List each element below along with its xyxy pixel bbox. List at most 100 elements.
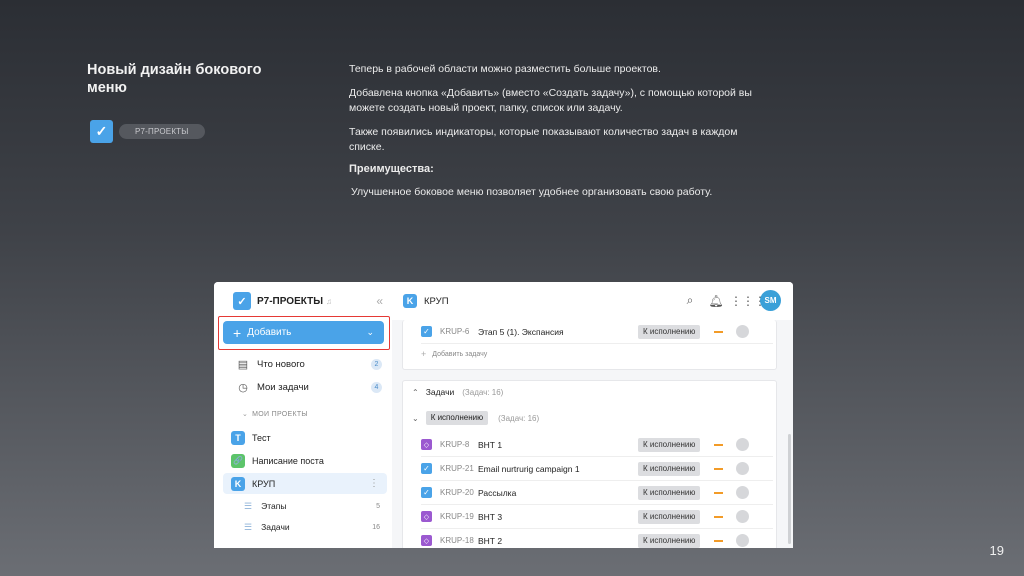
priority-icon[interactable] xyxy=(714,515,723,518)
slide-title: Новый дизайн бокового меню xyxy=(87,62,262,96)
task-key: KRUP-8 xyxy=(440,440,470,449)
table-row[interactable]: ✓ KRUP-21 Email nurtrurig campaign 1 К и… xyxy=(421,457,773,481)
sublist-count: 5 xyxy=(376,502,380,510)
collapse-sidebar-icon[interactable]: « xyxy=(376,294,383,308)
breadcrumb-label: КРУП xyxy=(424,295,449,307)
app-screenshot: ✓ Р7-ПРОЕКТЫ ♫ « + Добавить ⌄ ▤ Что ново… xyxy=(214,282,793,548)
chevron-down-icon: ⌄ xyxy=(412,413,419,423)
diamond-icon[interactable]: ◇ xyxy=(421,511,432,522)
assignee-avatar[interactable] xyxy=(736,486,749,499)
status-badge: К исполнению xyxy=(425,411,489,425)
project-item[interactable]: 🔗 Написание поста xyxy=(223,450,387,471)
priority-icon[interactable] xyxy=(714,467,723,470)
assignee-avatar[interactable] xyxy=(736,462,749,475)
list-icon: ☰ xyxy=(244,500,253,511)
clock-check-icon: ◷ xyxy=(238,381,248,394)
app-name: Р7-ПРОЕКТЫ xyxy=(257,295,323,307)
chevron-down-icon: ⌄ xyxy=(242,411,249,418)
status-group-header[interactable]: ⌄ К исполнению (Задач: 16) xyxy=(412,411,539,425)
check-icon[interactable]: ✓ xyxy=(421,326,432,337)
project-label: КРУП xyxy=(252,478,276,489)
group-title: Задачи xyxy=(425,387,455,397)
task-key: KRUP-19 xyxy=(440,512,474,521)
count-badge: 4 xyxy=(371,381,382,393)
task-key: KRUP-18 xyxy=(440,536,474,545)
tasks-card: ⌃ Задачи (Задач: 16) ⌄ К исполнению (Зад… xyxy=(402,380,777,548)
priority-icon[interactable] xyxy=(714,491,723,494)
add-button[interactable]: + Добавить ⌄ xyxy=(223,321,384,344)
diamond-icon[interactable]: ◇ xyxy=(421,535,432,546)
sidebar-header: ✓ Р7-ПРОЕКТЫ ♫ « xyxy=(233,292,383,310)
task-title[interactable]: ВНТ 3 xyxy=(478,512,502,522)
priority-icon[interactable] xyxy=(714,330,723,333)
task-key: KRUP-20 xyxy=(440,488,474,497)
topbar: K КРУП ⌕ 🔔︎ ⋮⋮⋮ SM xyxy=(392,282,793,320)
project-label: Тест xyxy=(252,432,271,443)
link-icon: 🔗 xyxy=(231,453,245,468)
table-row[interactable]: ◇ KRUP-8 ВНТ 1 К исполнению xyxy=(421,433,773,457)
project-item[interactable]: T Тест xyxy=(223,427,387,448)
stage-card: ✓ KRUP-6 Этап 5 (1). Экспансия К исполне… xyxy=(402,320,777,370)
add-button-highlight: + Добавить ⌄ xyxy=(218,316,390,350)
table-row[interactable]: ◇ KRUP-19 ВНТ 3 К исполнению xyxy=(421,505,773,529)
page-number: 19 xyxy=(989,543,1004,558)
project-badge-icon: K xyxy=(403,294,417,308)
sublist-item[interactable]: ☰ Этапы 5 xyxy=(244,497,380,515)
sublist-label: Задачи xyxy=(261,522,290,532)
status-badge[interactable]: К исполнению xyxy=(638,437,701,452)
table-row[interactable]: ✓ KRUP-6 Этап 5 (1). Экспансия К исполне… xyxy=(421,320,773,344)
search-icon[interactable]: ⌕ xyxy=(678,293,702,308)
task-title[interactable]: ВНТ 2 xyxy=(478,536,502,546)
status-badge[interactable]: К исполнению xyxy=(638,533,701,548)
status-badge[interactable]: К исполнению xyxy=(638,461,701,476)
sublist-item[interactable]: ☰ Задачи 16 xyxy=(244,518,380,536)
table-row[interactable]: ◇ KRUP-18 ВНТ 2 К исполнению xyxy=(421,529,773,548)
project-item-active[interactable]: K КРУП ⋮ xyxy=(223,473,387,494)
assignee-avatar[interactable] xyxy=(736,438,749,451)
task-key: KRUP-6 xyxy=(440,327,470,336)
group-header[interactable]: ⌃ Задачи (Задач: 16) xyxy=(412,387,503,397)
plus-icon: + xyxy=(233,324,242,341)
description-paragraph: Также появились индикаторы, которые пока… xyxy=(349,126,738,153)
diamond-icon[interactable]: ◇ xyxy=(421,439,432,450)
brand-chip: ✓ Р7-ПРОЕКТЫ xyxy=(90,120,205,143)
section-label-my-projects[interactable]: ⌄ МОИ ПРОЕКТЫ xyxy=(242,410,308,418)
news-icon: ▤ xyxy=(237,358,249,371)
advantages-text: Улучшенное боковое меню позволяет удобне… xyxy=(351,186,713,198)
project-badge-icon: K xyxy=(231,476,245,491)
sidebar-item-whats-new[interactable]: ▤ Что нового 2 xyxy=(236,354,382,374)
topbar-actions: ⌕ 🔔︎ ⋮⋮⋮ SM xyxy=(676,290,781,311)
slide-description: Теперь в рабочей области можно разместит… xyxy=(349,62,769,209)
task-title[interactable]: ВНТ 1 xyxy=(478,440,502,450)
status-badge[interactable]: К исполнению xyxy=(638,324,701,339)
sidebar-item-label: Мои задачи xyxy=(257,381,309,393)
task-title[interactable]: Рассылка xyxy=(478,488,516,498)
table-row[interactable]: ✓ KRUP-20 Рассылка К исполнению xyxy=(421,481,773,505)
assignee-avatar[interactable] xyxy=(736,510,749,523)
more-options-icon[interactable]: ⋮ xyxy=(369,478,379,489)
assignee-avatar[interactable] xyxy=(736,534,749,547)
group-count: (Задач: 16) xyxy=(462,387,504,397)
add-task-link[interactable]: + Добавить задачу xyxy=(421,344,487,364)
status-badge[interactable]: К исполнению xyxy=(638,485,701,500)
status-badge[interactable]: К исполнению xyxy=(638,509,701,524)
priority-icon[interactable] xyxy=(714,443,723,446)
chevron-down-icon: ⌄ xyxy=(366,327,374,337)
add-task-label: Добавить задачу xyxy=(432,350,488,358)
apps-grid-icon[interactable]: ⋮⋮⋮ xyxy=(730,294,766,308)
task-title[interactable]: Email nurtrurig campaign 1 xyxy=(478,464,580,474)
avatar[interactable]: SM xyxy=(760,290,781,311)
advantages-title: Преимущества: xyxy=(349,163,434,175)
assignee-avatar[interactable] xyxy=(736,325,749,338)
check-icon[interactable]: ✓ xyxy=(421,487,432,498)
description-paragraph: Добавлена кнопка «Добавить» (вместо «Соз… xyxy=(349,87,752,114)
task-title[interactable]: Этап 5 (1). Экспансия xyxy=(478,327,564,337)
scrollbar[interactable] xyxy=(788,434,791,544)
count-badge: 2 xyxy=(371,358,382,370)
sidebar: ✓ Р7-ПРОЕКТЫ ♫ « + Добавить ⌄ ▤ Что ново… xyxy=(214,282,392,548)
priority-icon[interactable] xyxy=(714,539,723,542)
bell-icon[interactable]: 🔔︎ xyxy=(704,294,728,308)
sidebar-item-my-tasks[interactable]: ◷ Мои задачи 4 xyxy=(236,377,382,397)
project-badge-icon: T xyxy=(231,430,245,445)
check-icon[interactable]: ✓ xyxy=(421,463,432,474)
